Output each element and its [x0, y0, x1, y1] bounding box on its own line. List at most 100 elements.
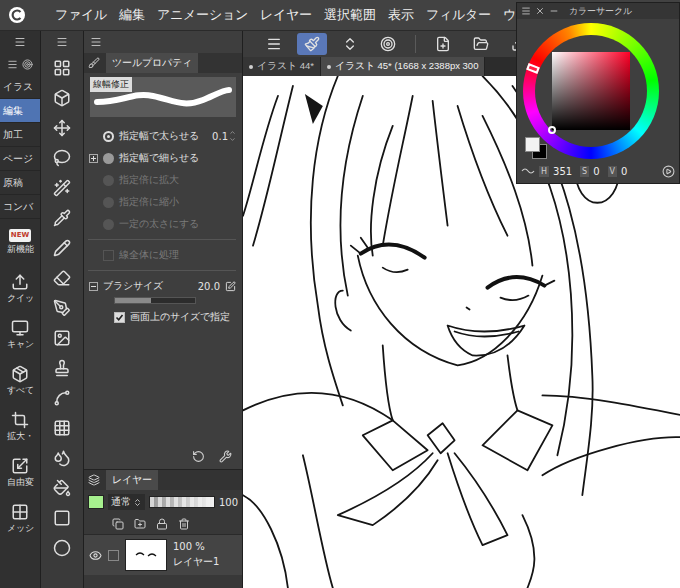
- copy-icon[interactable]: [112, 518, 124, 530]
- document-tab[interactable]: イラスト 45* (1668 x 2388px 300: [321, 57, 486, 76]
- document-tab[interactable]: イラスト 44*: [243, 57, 321, 76]
- menu-icon[interactable]: [7, 59, 18, 70]
- radio-button[interactable]: [103, 153, 114, 164]
- folder-icon[interactable]: [134, 518, 146, 530]
- minimize-icon[interactable]: [549, 6, 559, 16]
- tool-button[interactable]: [41, 173, 83, 203]
- menu-icon[interactable]: [56, 36, 68, 48]
- tool-button[interactable]: [41, 383, 83, 413]
- expand-toggle[interactable]: [89, 154, 98, 163]
- tool-button[interactable]: [41, 83, 83, 113]
- play-button[interactable]: [662, 165, 675, 178]
- nav-tab[interactable]: 編集: [0, 99, 40, 123]
- spinner[interactable]: [229, 129, 236, 143]
- value-field[interactable]: 0.1: [212, 129, 236, 143]
- layer-color-swatch[interactable]: [88, 495, 104, 509]
- down-icon[interactable]: [229, 136, 236, 143]
- checkbox-option[interactable]: 画面上のサイズで指定: [88, 306, 236, 328]
- visibility-toggle[interactable]: [88, 548, 102, 562]
- nav-item[interactable]: NEW新機能: [0, 219, 40, 265]
- target-icon[interactable]: [22, 59, 33, 70]
- radio-option[interactable]: 指定幅で細らせる: [88, 147, 236, 169]
- menu-item[interactable]: ファイル: [55, 6, 107, 24]
- blend-select[interactable]: 通常: [108, 494, 145, 510]
- tool-button[interactable]: [41, 263, 83, 293]
- toolbar-button[interactable]: [373, 33, 403, 55]
- tool-button[interactable]: [41, 353, 83, 383]
- layer-checkbox[interactable]: [108, 550, 119, 561]
- readout-value[interactable]: 0: [593, 166, 599, 177]
- menu-item[interactable]: 表示: [388, 6, 414, 24]
- nav-tab[interactable]: ページ: [0, 147, 40, 171]
- nav-item[interactable]: 拡大・: [0, 403, 40, 449]
- tool-button[interactable]: [41, 323, 83, 353]
- tool-button[interactable]: [41, 473, 83, 503]
- tool-button[interactable]: [41, 203, 83, 233]
- menu-item[interactable]: 選択範囲: [324, 6, 376, 24]
- menu-icon[interactable]: [14, 36, 26, 48]
- wave-icon[interactable]: [521, 167, 535, 175]
- reset-icon[interactable]: [192, 450, 205, 463]
- panel-tab[interactable]: レイヤー: [106, 470, 158, 490]
- tool-button[interactable]: [41, 503, 83, 533]
- saturation-value-square[interactable]: [552, 52, 630, 130]
- panel-tab[interactable]: ツールプロパティ: [106, 53, 198, 73]
- nav-item[interactable]: キャン: [0, 311, 40, 357]
- toolbar-button[interactable]: [259, 33, 289, 55]
- color-panel-header[interactable]: カラーサークル: [517, 3, 679, 19]
- size-option[interactable]: ブラシサイズ20.0: [88, 275, 236, 297]
- preset-preview[interactable]: 線幅修正: [90, 77, 236, 117]
- menu-item[interactable]: アニメーション: [157, 6, 248, 24]
- menu-icon[interactable]: [90, 36, 102, 48]
- layers-icon[interactable]: [88, 474, 100, 486]
- toolbar-button[interactable]: [335, 33, 365, 55]
- tool-button[interactable]: [41, 533, 83, 563]
- nav-tab[interactable]: コンバ: [0, 195, 40, 219]
- nav-item[interactable]: 自由変: [0, 449, 40, 495]
- color-swatches[interactable]: [525, 137, 547, 159]
- nav-tab[interactable]: 原稿: [0, 171, 40, 195]
- main-color-swatch[interactable]: [525, 137, 540, 152]
- tool-button[interactable]: [41, 293, 83, 323]
- toolbar-button[interactable]: [466, 33, 496, 55]
- trash-icon[interactable]: [178, 518, 190, 530]
- lock-icon[interactable]: [156, 518, 168, 530]
- menu-item[interactable]: フィルター: [426, 6, 491, 24]
- hue-ring[interactable]: [523, 23, 659, 159]
- tool-button[interactable]: [41, 443, 83, 473]
- tool-button[interactable]: [41, 113, 83, 143]
- radio-option[interactable]: 指定幅で太らせる0.1: [88, 125, 236, 147]
- color-circle-window[interactable]: カラーサークルH351S0V0: [516, 2, 680, 184]
- menu-item[interactable]: レイヤー: [260, 6, 312, 24]
- up-icon[interactable]: [229, 129, 236, 136]
- expand-toggle[interactable]: [89, 282, 98, 291]
- menu-item[interactable]: 編集: [119, 6, 145, 24]
- tool-button[interactable]: [41, 413, 83, 443]
- pen-pressure-icon[interactable]: [225, 281, 236, 292]
- sv-marker[interactable]: [548, 126, 556, 134]
- nav-item[interactable]: すべて: [0, 357, 40, 403]
- menu-icon[interactable]: [521, 6, 531, 16]
- size-slider[interactable]: [114, 297, 196, 304]
- brush-icon[interactable]: [88, 57, 100, 69]
- tool-button[interactable]: [41, 233, 83, 263]
- tool-button[interactable]: [41, 143, 83, 173]
- readout-value[interactable]: 351: [553, 166, 572, 177]
- app-logo-icon[interactable]: [8, 6, 26, 24]
- close-icon[interactable]: [535, 6, 545, 16]
- value-field[interactable]: 20.0: [198, 281, 236, 292]
- radio-button[interactable]: [103, 131, 114, 142]
- nav-item[interactable]: メッシ: [0, 495, 40, 541]
- tool-button[interactable]: [41, 53, 83, 83]
- opacity-slider[interactable]: [149, 496, 215, 508]
- nav-tab[interactable]: イラス: [0, 75, 40, 99]
- nav-item[interactable]: クイッ: [0, 265, 40, 311]
- toolbar-button[interactable]: [428, 33, 458, 55]
- opacity-value[interactable]: 100: [219, 497, 238, 508]
- settings-icon[interactable]: [219, 450, 232, 463]
- toolbar-button[interactable]: [297, 33, 327, 55]
- layer-row[interactable]: 100 %レイヤー1: [84, 534, 242, 575]
- checkbox[interactable]: [114, 312, 125, 323]
- nav-tab[interactable]: 加工: [0, 123, 40, 147]
- readout-value[interactable]: 0: [621, 166, 627, 177]
